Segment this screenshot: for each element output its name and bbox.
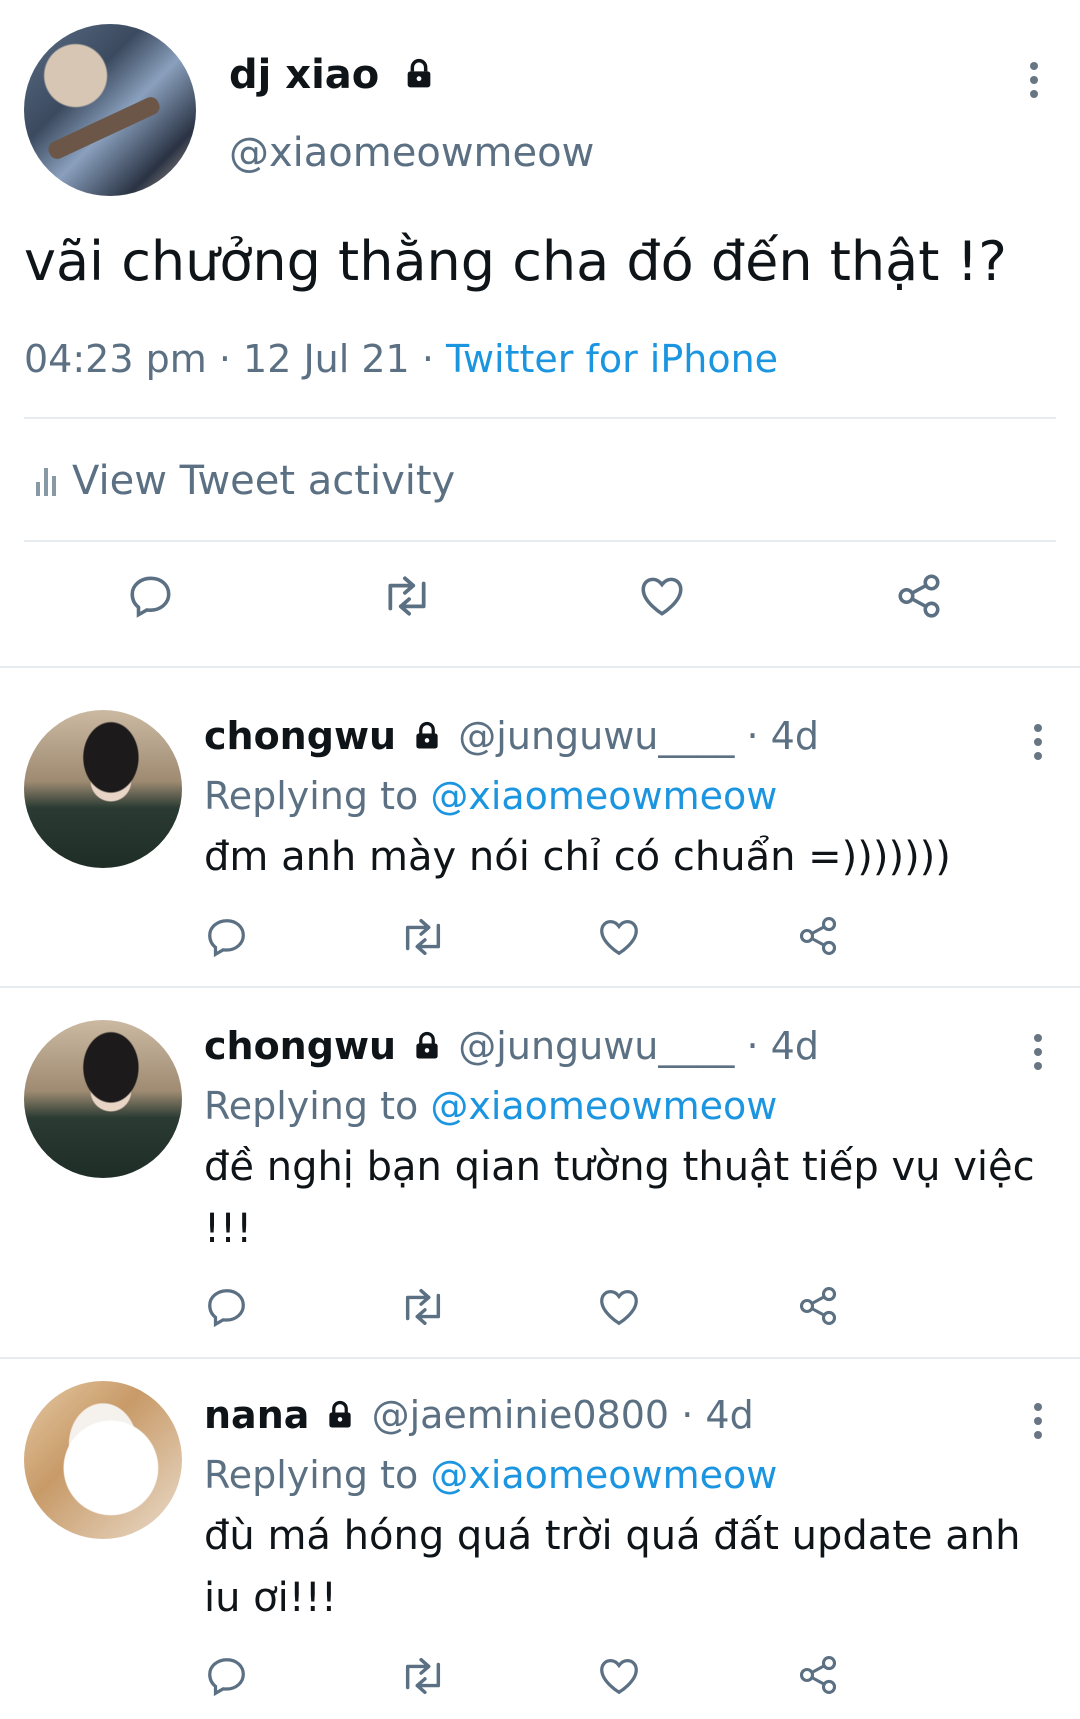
like-button[interactable] [596,914,642,960]
replying-to: Replying to @xiaomeowmeow [204,1453,777,1497]
heart-icon [641,577,683,616]
replying-to-mention[interactable]: @xiaomeowmeow [430,774,777,818]
tweet-detail-page: dj xiao @xiaomeowmeow vãi chưởng thằng c… [0,0,1080,1719]
more-vertical-icon[interactable] [1028,724,1048,766]
divider [24,540,1056,542]
reply-button[interactable] [126,571,176,621]
retweet-icon [388,576,426,616]
reply-tweet[interactable]: chongwu @junguwu____ · 4d Replying to @x… [0,666,1080,986]
reply-age: 4d [705,1393,754,1437]
meta-separator: · [746,1024,759,1068]
retweet-icon [405,918,441,956]
lock-icon [412,1031,442,1061]
meta-separator: · [218,337,231,381]
reply-author-name[interactable]: nana [204,1393,309,1437]
more-vertical-icon[interactable] [1028,1403,1048,1445]
view-tweet-activity-link[interactable]: View Tweet activity [36,458,455,504]
reply-author-handle[interactable]: @jaeminie0800 [372,1393,670,1437]
lock-icon [403,58,435,90]
reply-icon [130,576,171,618]
reply-text: đù má hóng quá trời quá đất update anh i… [204,1513,1021,1621]
replying-to: Replying to @xiaomeowmeow [204,1084,777,1128]
reply-tweet[interactable]: nana @jaeminie0800 · 4d Replying to @xia… [0,1357,1080,1719]
replying-to-prefix: Replying to [204,1084,419,1128]
reply-author-name[interactable]: chongwu [204,714,396,758]
share-button[interactable] [894,571,944,621]
replying-to-prefix: Replying to [204,1453,419,1497]
lock-icon [412,721,442,751]
heart-icon [600,1290,638,1326]
author-display-name: dj xiao [229,52,380,98]
retweet-button[interactable] [396,914,450,960]
retweet-button[interactable] [396,1653,450,1699]
activity-label: View Tweet activity [72,458,456,504]
meta-separator: · [681,1393,694,1437]
share-button[interactable] [796,1284,840,1328]
share-icon [898,574,940,618]
retweet-icon [405,1657,441,1695]
more-vertical-icon[interactable] [1024,62,1044,104]
reply-icon [208,919,245,958]
reply-text: đm anh mày nói chỉ có chuẩn =))))))) [204,834,951,880]
heart-icon [600,920,638,956]
tweet-time: 04:23 pm [24,337,207,381]
like-button[interactable] [596,1284,642,1330]
reply-header: chongwu @junguwu____ · 4d [204,1024,819,1068]
divider [24,417,1056,419]
tweet-date: 12 Jul 21 [243,337,410,381]
author-handle[interactable]: @xiaomeowmeow [229,130,594,176]
replying-to-mention[interactable]: @xiaomeowmeow [430,1084,777,1128]
reply-header: nana @jaeminie0800 · 4d [204,1393,754,1437]
more-vertical-icon[interactable] [1028,1034,1048,1076]
retweet-icon [405,1288,441,1326]
main-tweet: dj xiao @xiaomeowmeow vãi chưởng thằng c… [0,0,1080,666]
heart-icon [600,1659,638,1695]
retweet-button[interactable] [396,1284,450,1330]
retweet-button[interactable] [377,571,437,621]
meta-separator: · [746,714,759,758]
reply-button[interactable] [204,1284,250,1330]
reply-button[interactable] [204,914,250,960]
replying-to-prefix: Replying to [204,774,419,818]
avatar[interactable] [24,24,196,196]
like-button[interactable] [596,1653,642,1699]
reply-button[interactable] [204,1653,250,1699]
tweet-meta: 04:23 pm · 12 Jul 21 · Twitter for iPhon… [24,337,778,381]
bar-chart-icon [36,466,56,496]
reply-age: 4d [770,1024,819,1068]
reply-icon [208,1658,245,1697]
reply-tweet[interactable]: chongwu @junguwu____ · 4d Replying to @x… [0,986,1080,1357]
share-button[interactable] [796,1653,840,1697]
reply-text: đề nghị bạn qian tường thuật tiếp vụ việ… [204,1144,1035,1252]
share-button[interactable] [796,914,840,958]
lock-icon [325,1400,355,1430]
reply-author-name[interactable]: chongwu [204,1024,396,1068]
tweet-text: vãi chưởng thằng cha đó đến thật !? [24,230,1007,293]
avatar[interactable] [24,710,182,868]
reply-icon [208,1289,245,1328]
replying-to-mention[interactable]: @xiaomeowmeow [430,1453,777,1497]
share-icon [799,1287,837,1325]
tweet-source-link[interactable]: Twitter for iPhone [446,337,778,381]
author-name-row[interactable]: dj xiao [229,52,435,98]
reply-header: chongwu @junguwu____ · 4d [204,714,819,758]
replying-to: Replying to @xiaomeowmeow [204,774,777,818]
avatar[interactable] [24,1020,182,1178]
reply-author-handle[interactable]: @junguwu____ [458,714,734,758]
share-icon [799,917,837,955]
reply-age: 4d [770,714,819,758]
like-button[interactable] [636,571,688,621]
avatar[interactable] [24,1381,182,1539]
share-icon [799,1656,837,1694]
reply-author-handle[interactable]: @junguwu____ [458,1024,734,1068]
meta-separator: · [421,337,434,381]
